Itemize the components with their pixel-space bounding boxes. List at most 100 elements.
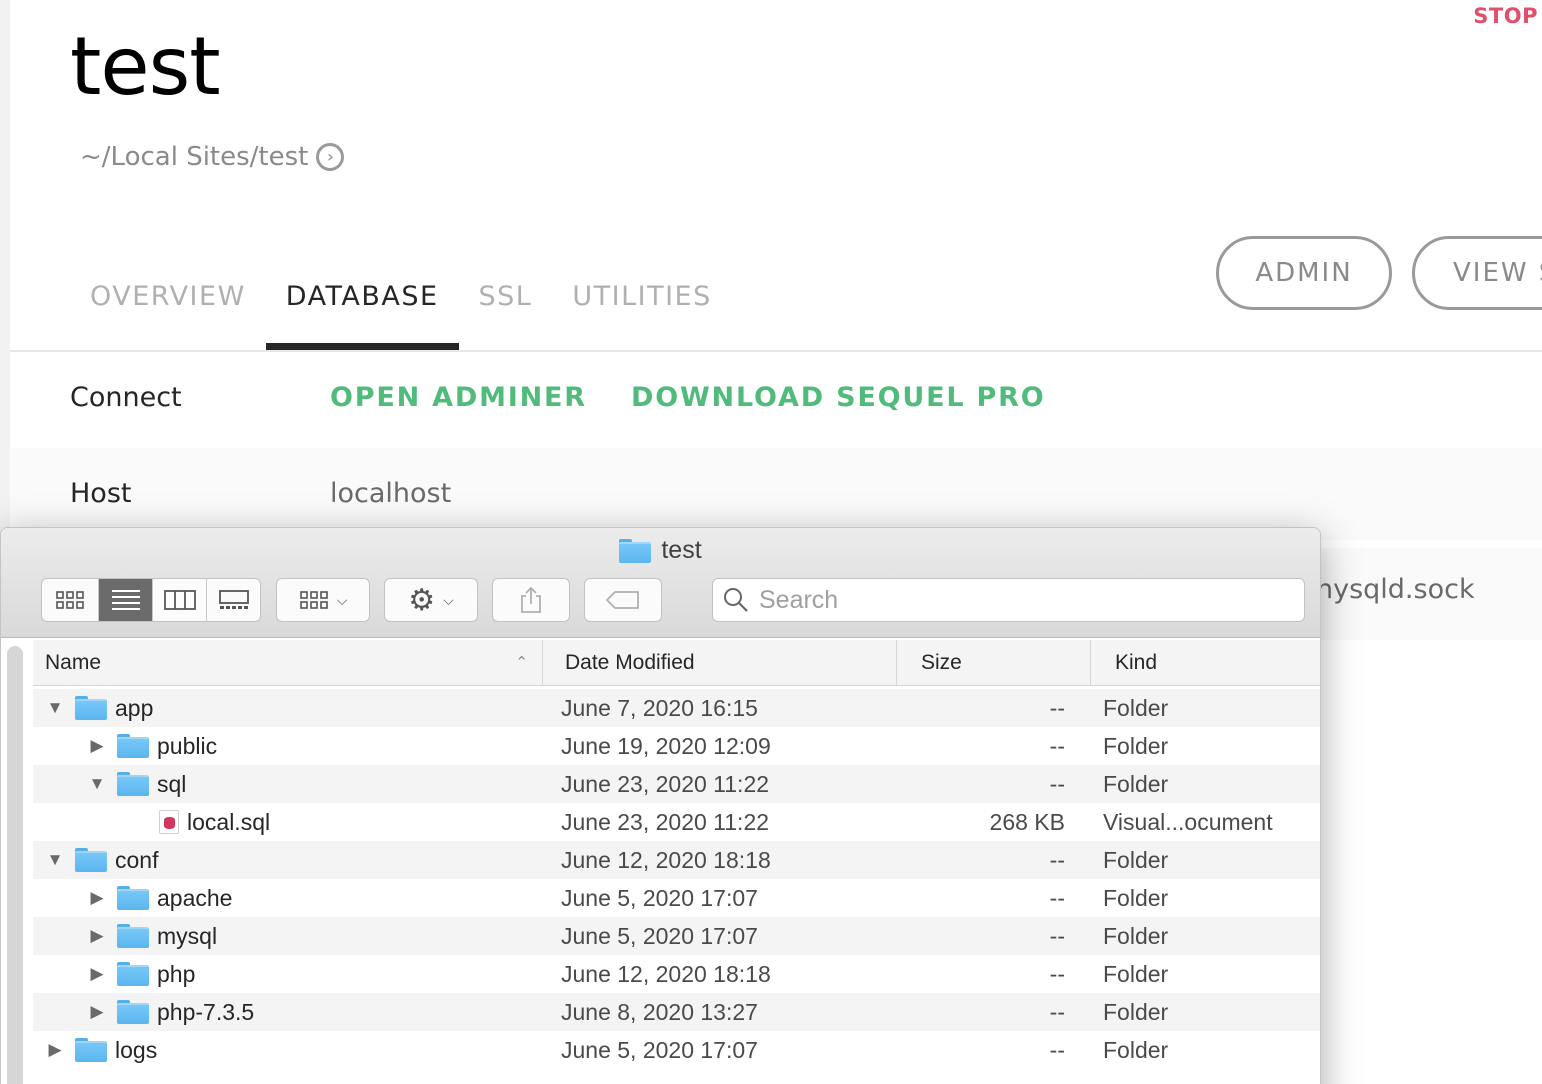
site-path-text: ~/Local Sites/test xyxy=(80,142,309,172)
folder-icon xyxy=(75,1038,107,1062)
date-cell: June 5, 2020 17:07 xyxy=(561,1037,758,1063)
view-mode-control xyxy=(41,578,261,622)
file-row[interactable]: ▼ app June 7, 2020 16:15 -- Folder xyxy=(33,689,1320,727)
date-cell: June 12, 2020 18:18 xyxy=(561,961,771,987)
size-cell: -- xyxy=(1049,771,1065,797)
folder-icon xyxy=(619,538,652,563)
chevron-down-icon: ⌵ xyxy=(443,591,454,608)
name-column-header[interactable]: Name ⌃ xyxy=(33,640,543,686)
kind-cell: Folder xyxy=(1103,733,1169,759)
tags-control[interactable] xyxy=(585,579,661,621)
tabs-divider xyxy=(10,350,1542,352)
file-name: php-7.3.5 xyxy=(157,998,255,1025)
disclosure-expanded-icon[interactable]: ▼ xyxy=(45,698,65,718)
view-site-button[interactable]: VIEW S xyxy=(1412,236,1542,310)
tab-ssl[interactable]: SSL xyxy=(459,278,553,350)
action-menu[interactable]: ⚙ ⌵ xyxy=(384,578,478,622)
file-name: sql xyxy=(157,770,187,797)
finder-toolbar: test ⌵ ⚙ ⌵ Search xyxy=(1,528,1320,638)
date-column-header[interactable]: Date Modified xyxy=(543,640,897,686)
size-cell: -- xyxy=(1049,923,1065,949)
tab-utilities[interactable]: UTILITIES xyxy=(552,278,731,350)
disclosure-expanded-icon[interactable]: ▼ xyxy=(45,850,65,870)
file-row[interactable]: ▶ php-7.3.5 June 8, 2020 13:27 -- Folder xyxy=(33,993,1320,1031)
size-cell: -- xyxy=(1049,1037,1065,1063)
folder-icon xyxy=(117,734,149,758)
list-icon xyxy=(111,590,140,610)
file-row[interactable]: ▶ logs June 5, 2020 17:07 -- Folder xyxy=(33,1031,1320,1069)
kind-cell: Folder xyxy=(1103,771,1169,797)
kind-cell: Folder xyxy=(1103,961,1169,987)
tags-button[interactable] xyxy=(584,578,662,622)
disclosure-collapsed-icon[interactable]: ▶ xyxy=(87,1002,107,1022)
file-row[interactable]: ▶ mysql June 5, 2020 17:07 -- Folder xyxy=(33,917,1320,955)
folder-icon xyxy=(117,772,149,796)
action-button[interactable]: ⚙ ⌵ xyxy=(385,579,477,621)
share-control[interactable] xyxy=(493,579,569,621)
tab-overview[interactable]: OVERVIEW xyxy=(70,278,266,350)
date-cell: June 23, 2020 11:22 xyxy=(561,809,770,835)
gallery-view-button[interactable] xyxy=(207,579,260,621)
list-view-button[interactable] xyxy=(99,579,153,621)
file-row[interactable]: ▶ apache June 5, 2020 17:07 -- Folder xyxy=(33,879,1320,917)
file-name: public xyxy=(157,732,218,759)
host-value: localhost xyxy=(330,478,452,509)
group-by-button[interactable]: ⌵ xyxy=(277,579,369,621)
finder-title: test xyxy=(1,536,1320,565)
site-path[interactable]: ~/Local Sites/test › xyxy=(80,142,345,172)
disclosure-collapsed-icon[interactable]: ▶ xyxy=(87,888,107,908)
file-row[interactable]: ▶ php June 12, 2020 18:18 -- Folder xyxy=(33,955,1320,993)
icon-view-button[interactable] xyxy=(42,579,99,621)
open-adminer-link[interactable]: OPEN ADMINER xyxy=(330,382,587,413)
search-icon xyxy=(724,588,748,612)
column-view-button[interactable] xyxy=(153,579,207,621)
disclosure-collapsed-icon[interactable]: ▶ xyxy=(87,926,107,946)
tab-database[interactable]: DATABASE xyxy=(265,278,459,350)
kind-column-header[interactable]: Kind xyxy=(1091,640,1320,686)
file-name: php xyxy=(157,960,196,987)
file-row[interactable]: ▼ sql June 23, 2020 11:22 -- Folder xyxy=(33,765,1320,803)
share-button[interactable] xyxy=(492,578,570,622)
name-cell: ▶ public xyxy=(33,727,541,765)
date-cell: June 5, 2020 17:07 xyxy=(561,885,758,911)
group-by-menu[interactable]: ⌵ xyxy=(276,578,370,622)
download-sequel-pro-link[interactable]: DOWNLOAD SEQUEL PRO xyxy=(631,382,1045,413)
name-cell: ▼ sql xyxy=(33,765,541,803)
reveal-arrow-icon[interactable]: › xyxy=(316,143,345,171)
connect-label: Connect xyxy=(70,382,182,413)
file-row[interactable]: ▶ public June 19, 2020 12:09 -- Folder xyxy=(33,727,1320,765)
finder-window: test ⌵ ⚙ ⌵ Search Name ⌃ Date Modified S… xyxy=(0,527,1321,1084)
file-row[interactable]: ▼ conf June 12, 2020 18:18 -- Folder xyxy=(33,841,1320,879)
share-icon xyxy=(521,586,541,613)
name-cell: local.sql xyxy=(33,803,541,841)
name-cell: ▶ php xyxy=(33,955,541,993)
date-cell: June 8, 2020 13:27 xyxy=(561,999,758,1025)
vertical-scrollbar[interactable] xyxy=(7,646,23,1084)
column-headers: Name ⌃ Date Modified Size Kind xyxy=(33,640,1320,686)
site-tabs: OVERVIEW DATABASE SSL UTILITIES xyxy=(70,278,732,350)
date-cell: June 19, 2020 12:09 xyxy=(561,733,771,759)
site-title: test xyxy=(70,20,221,113)
stop-site-button[interactable]: STOP xyxy=(1473,4,1538,28)
grid-group-icon xyxy=(299,591,328,609)
name-cell: ▶ php-7.3.5 xyxy=(33,993,541,1031)
disclosure-collapsed-icon[interactable]: ▶ xyxy=(87,736,107,756)
disclosure-expanded-icon[interactable]: ▼ xyxy=(87,774,107,794)
disclosure-collapsed-icon[interactable]: ▶ xyxy=(45,1040,65,1060)
name-cell: ▶ apache xyxy=(33,879,541,917)
size-column-header[interactable]: Size xyxy=(897,640,1091,686)
size-cell: -- xyxy=(1049,999,1065,1025)
date-cell: June 7, 2020 16:15 xyxy=(561,695,758,721)
tag-icon xyxy=(605,591,639,609)
file-name: apache xyxy=(157,884,233,911)
date-cell: June 23, 2020 11:22 xyxy=(561,771,770,797)
file-row[interactable]: local.sql June 23, 2020 11:22 268 KB Visual… xyxy=(33,803,1320,841)
search-field[interactable]: Search xyxy=(712,578,1305,622)
admin-button[interactable]: ADMIN xyxy=(1216,236,1392,310)
gallery-icon xyxy=(218,590,249,609)
file-name: app xyxy=(115,694,154,721)
folder-icon xyxy=(117,886,149,910)
file-name: local.sql xyxy=(187,808,271,835)
file-name: mysql xyxy=(157,922,218,949)
disclosure-collapsed-icon[interactable]: ▶ xyxy=(87,964,107,984)
